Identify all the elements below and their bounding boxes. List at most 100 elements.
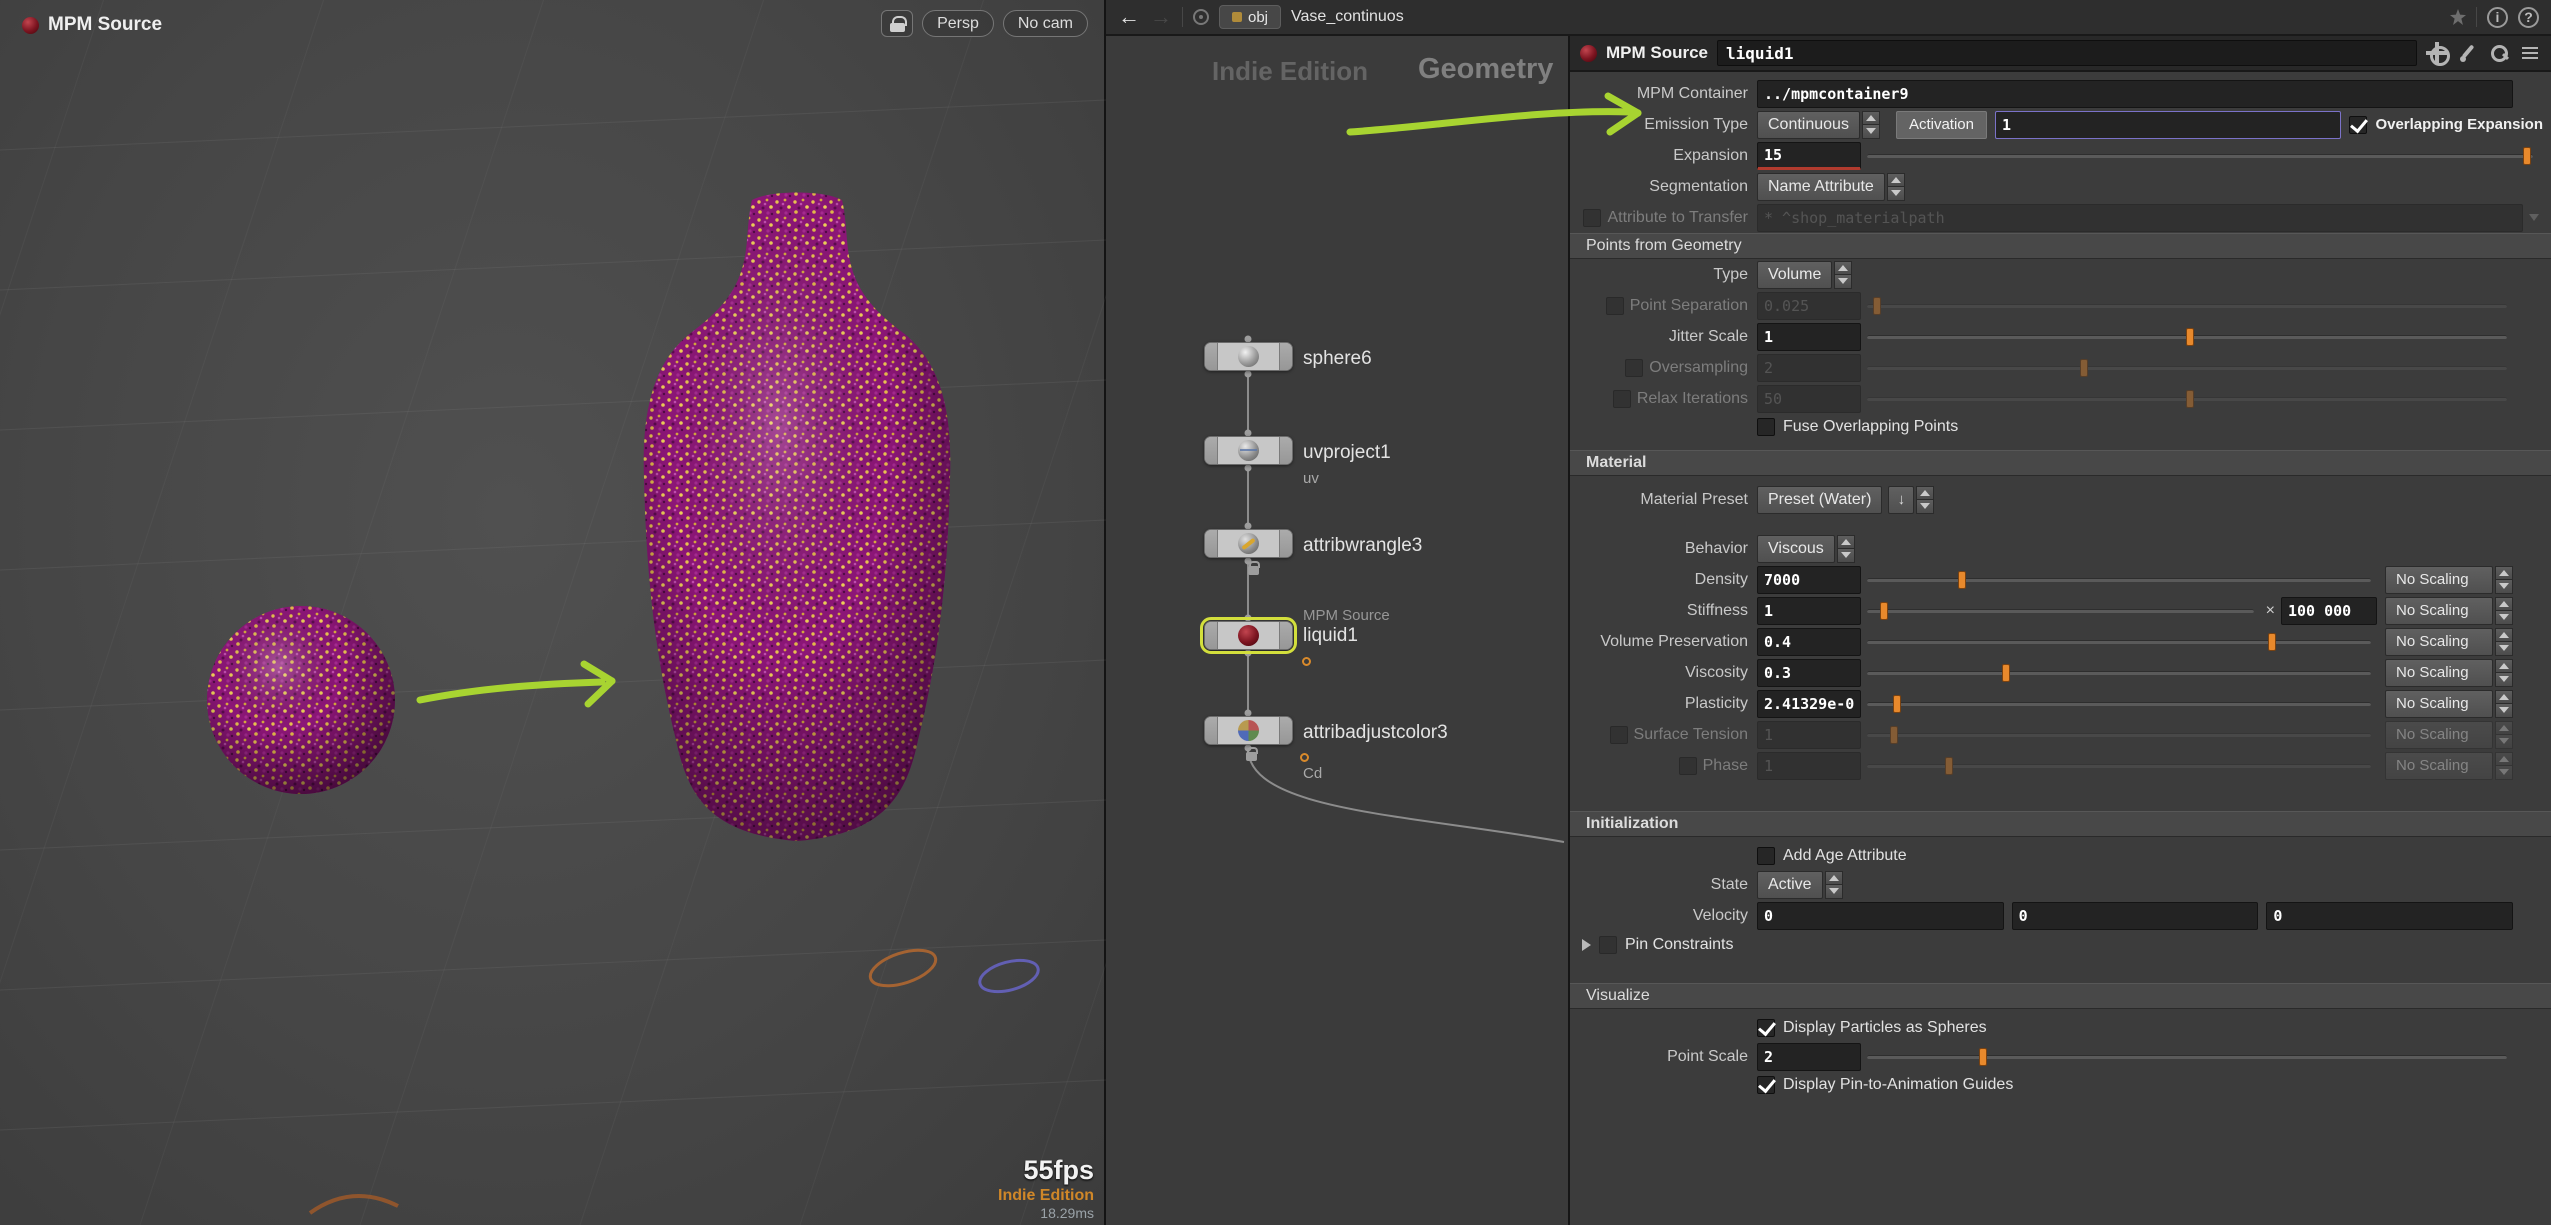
node-flag-right[interactable] [1279,343,1292,370]
stiffness-field[interactable]: 1 [1757,597,1861,625]
material-preset-dropdown[interactable]: Preset (Water) [1757,486,1882,514]
velocity-x-field[interactable]: 0 [1757,902,2004,930]
breadcrumb-obj[interactable]: obj [1219,5,1281,29]
search-icon[interactable] [2488,42,2510,64]
scale-spinner[interactable] [2495,659,2513,687]
plasticity-scale-dropdown[interactable]: No Scaling [2385,690,2493,718]
scale-spinner[interactable] [2495,752,2513,780]
node-name-field[interactable]: liquid1 [1717,40,2417,66]
node-flag-left[interactable] [1205,437,1218,464]
network-editor[interactable]: Indie Edition Geometry [1106,36,1570,1225]
surface-tension-scale-dropdown[interactable]: No Scaling [2385,721,2493,749]
apply-preset-button[interactable]: ↓ [1888,486,1914,514]
state-dropdown[interactable]: Active [1757,871,1823,899]
viscosity-scale-dropdown[interactable]: No Scaling [2385,659,2493,687]
relax-iterations-field[interactable]: 50 [1757,385,1861,413]
node-liquid1-selected[interactable] [1204,621,1293,650]
stiffness-multiplier-field[interactable]: 100 000 [2281,597,2377,625]
camera-select-button[interactable]: No cam [1003,10,1088,37]
node-flag-right[interactable] [1279,530,1292,557]
node-flag-left[interactable] [1205,343,1218,370]
plasticity-field[interactable]: 2.41329e-0 [1757,690,1861,718]
stiffness-slider[interactable] [1867,597,2254,625]
preset-spinner[interactable] [1916,486,1934,514]
phase-field[interactable]: 1 [1757,752,1861,780]
type-spinner[interactable] [1834,261,1852,289]
phase-slider[interactable] [1867,752,2371,780]
segmentation-dropdown[interactable]: Name Attribute [1757,173,1885,201]
follow-selection-icon[interactable] [1193,9,1209,25]
surface-tension-enable-checkbox[interactable] [1610,726,1628,744]
display-particles-checkbox[interactable] [1757,1019,1775,1037]
pin-constraints-checkbox[interactable] [1599,936,1617,954]
node-flag-right[interactable] [1279,437,1292,464]
menu-icon[interactable] [2519,42,2541,64]
help-icon[interactable]: ? [2518,7,2539,28]
add-age-checkbox[interactable] [1757,847,1775,865]
behavior-spinner[interactable] [1837,535,1855,563]
forward-button[interactable]: → [1150,6,1172,28]
emission-spinner[interactable] [1862,111,1880,139]
viewport-lock-button[interactable] [881,10,913,37]
density-field[interactable]: 7000 [1757,566,1861,594]
surface-tension-field[interactable]: 1 [1757,721,1861,749]
fuse-overlapping-checkbox[interactable] [1757,418,1775,436]
activation-value-field[interactable]: 1 [1995,111,2341,139]
section-visualize[interactable]: Visualize [1570,983,2551,1009]
overlapping-expansion-checkbox[interactable] [2349,116,2367,134]
point-separation-enable-checkbox[interactable] [1606,297,1624,315]
node-flag-left[interactable] [1205,717,1218,744]
section-points-from-geometry[interactable]: Points from Geometry [1570,233,2551,259]
display-pin-guides-checkbox[interactable] [1757,1076,1775,1094]
section-material[interactable]: Material [1570,450,2551,476]
relax-iterations-slider[interactable] [1867,385,2507,413]
mpm-container-field[interactable]: ../mpmcontainer9 [1757,80,2513,108]
viscosity-field[interactable]: 0.3 [1757,659,1861,687]
jitter-scale-slider[interactable] [1867,323,2507,351]
point-scale-field[interactable]: 2 [1757,1043,1861,1071]
expansion-field[interactable]: 15 [1757,142,1861,170]
relax-iterations-enable-checkbox[interactable] [1613,390,1631,408]
bookmark-icon[interactable] [2450,9,2466,25]
oversampling-field[interactable]: 2 [1757,354,1861,382]
node-flag-left[interactable] [1205,530,1218,557]
node-attribwrangle3[interactable] [1204,529,1293,558]
phase-scale-dropdown[interactable]: No Scaling [2385,752,2493,780]
surface-tension-slider[interactable] [1867,721,2371,749]
collapse-triangle-icon[interactable] [1582,939,1591,951]
node-flag-right[interactable] [1279,717,1292,744]
expansion-slider[interactable] [1867,142,2533,170]
scale-spinner[interactable] [2495,690,2513,718]
section-initialization[interactable]: Initialization [1570,811,2551,837]
density-slider[interactable] [1867,566,2371,594]
behavior-dropdown[interactable]: Viscous [1757,535,1835,563]
volume-preservation-slider[interactable] [1867,628,2371,656]
activation-toggle[interactable]: Activation [1896,111,1987,139]
density-scale-dropdown[interactable]: No Scaling [2385,566,2493,594]
plasticity-slider[interactable] [1867,690,2371,718]
emission-type-dropdown[interactable]: Continuous [1757,111,1860,139]
segmentation-spinner[interactable] [1887,173,1905,201]
state-spinner[interactable] [1825,871,1843,899]
info-icon[interactable]: i [2487,7,2508,28]
scale-spinner[interactable] [2495,721,2513,749]
node-attribadjustcolor3[interactable] [1204,716,1293,745]
scale-spinner[interactable] [2495,628,2513,656]
attribute-transfer-field[interactable]: * ^shop_materialpath [1757,204,2523,232]
jitter-scale-field[interactable]: 1 [1757,323,1861,351]
phase-enable-checkbox[interactable] [1679,757,1697,775]
velocity-y-field[interactable]: 0 [2012,902,2259,930]
attribute-menu-icon[interactable] [2529,214,2539,221]
node-flag-left[interactable] [1205,622,1218,649]
scene-viewport[interactable]: MPM Source Persp No cam 55fps Indie Edit… [0,0,1106,1225]
attribute-transfer-enable-checkbox[interactable] [1583,209,1601,227]
point-separation-field[interactable]: 0.025 [1757,292,1861,320]
stiffness-scale-dropdown[interactable]: No Scaling [2385,597,2493,625]
node-uvproject1[interactable] [1204,436,1293,465]
node-flag-right[interactable] [1279,622,1292,649]
volume-preservation-field[interactable]: 0.4 [1757,628,1861,656]
gear-icon[interactable] [2426,42,2448,64]
oversampling-slider[interactable] [1867,354,2507,382]
brush-icon[interactable] [2457,42,2479,64]
node-sphere6[interactable] [1204,342,1293,371]
